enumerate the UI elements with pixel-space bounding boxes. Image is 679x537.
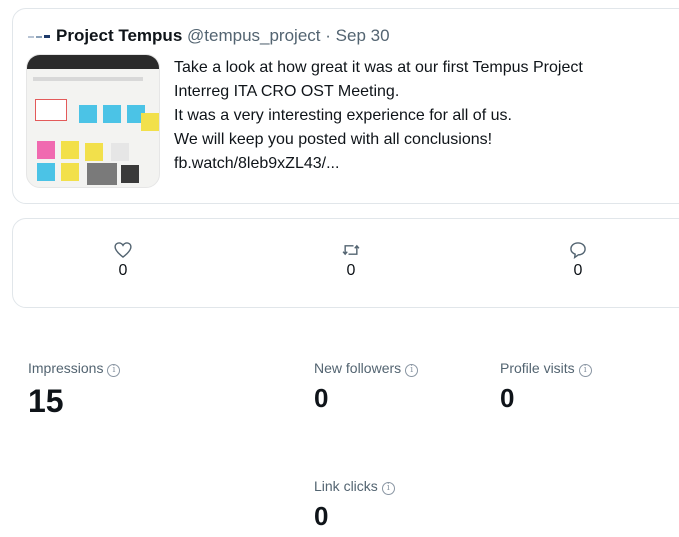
tweet-text-line: Take a look at how great it was at our f… [174, 59, 583, 76]
new-followers-stat: New followers i 0 [314, 360, 419, 414]
retweet-count: 0 [346, 262, 356, 279]
reply-action[interactable]: 0 [558, 240, 598, 280]
heart-icon [114, 242, 132, 258]
link-clicks-label: Link clicks [314, 478, 378, 494]
reply-icon [570, 242, 586, 260]
info-icon[interactable]: i [107, 364, 121, 377]
impressions-label: Impressions [28, 360, 104, 376]
new-followers-label: New followers [314, 360, 402, 376]
tweet-text: Take a look at how great it was at our f… [174, 56, 674, 176]
info-icon[interactable]: i [405, 364, 419, 377]
profile-visits-label: Profile visits [500, 360, 575, 376]
tweet-date[interactable]: Sep 30 [336, 26, 390, 45]
new-followers-value: 0 [314, 383, 329, 413]
header-separator: · [325, 26, 331, 45]
profile-visits-stat: Profile visits i 0 [500, 360, 592, 414]
like-count: 0 [118, 262, 128, 279]
retweet-action[interactable]: 0 [331, 240, 371, 280]
impressions-value: 15 [28, 383, 64, 419]
tweet-link[interactable]: fb.watch/8leb9xZL43/... [174, 152, 674, 176]
tweet-media-thumbnail[interactable] [26, 54, 160, 188]
impressions-stat: Impressions i 15 [28, 360, 121, 420]
tweet-author[interactable]: Project Tempus [56, 26, 182, 45]
like-action[interactable]: 0 [103, 240, 143, 280]
tweet-text-line: It was a very interesting experience for… [174, 107, 512, 124]
retweet-icon [342, 244, 360, 256]
tweet-text-line: Interreg ITA CRO OST Meeting. [174, 83, 400, 100]
tweet-header: Project Tempus @tempus_project · Sep 30 [28, 26, 390, 46]
profile-visits-value: 0 [500, 383, 515, 413]
link-clicks-stat: Link clicks i 0 [314, 478, 395, 532]
tweet-text-line: We will keep you posted with all conclus… [174, 131, 493, 148]
info-icon[interactable]: i [578, 364, 592, 377]
reply-count: 0 [573, 262, 583, 279]
link-clicks-value: 0 [314, 501, 329, 531]
project-tempus-logo-icon [28, 34, 50, 40]
info-icon[interactable]: i [381, 482, 395, 495]
tweet-handle[interactable]: @tempus_project [187, 26, 321, 45]
